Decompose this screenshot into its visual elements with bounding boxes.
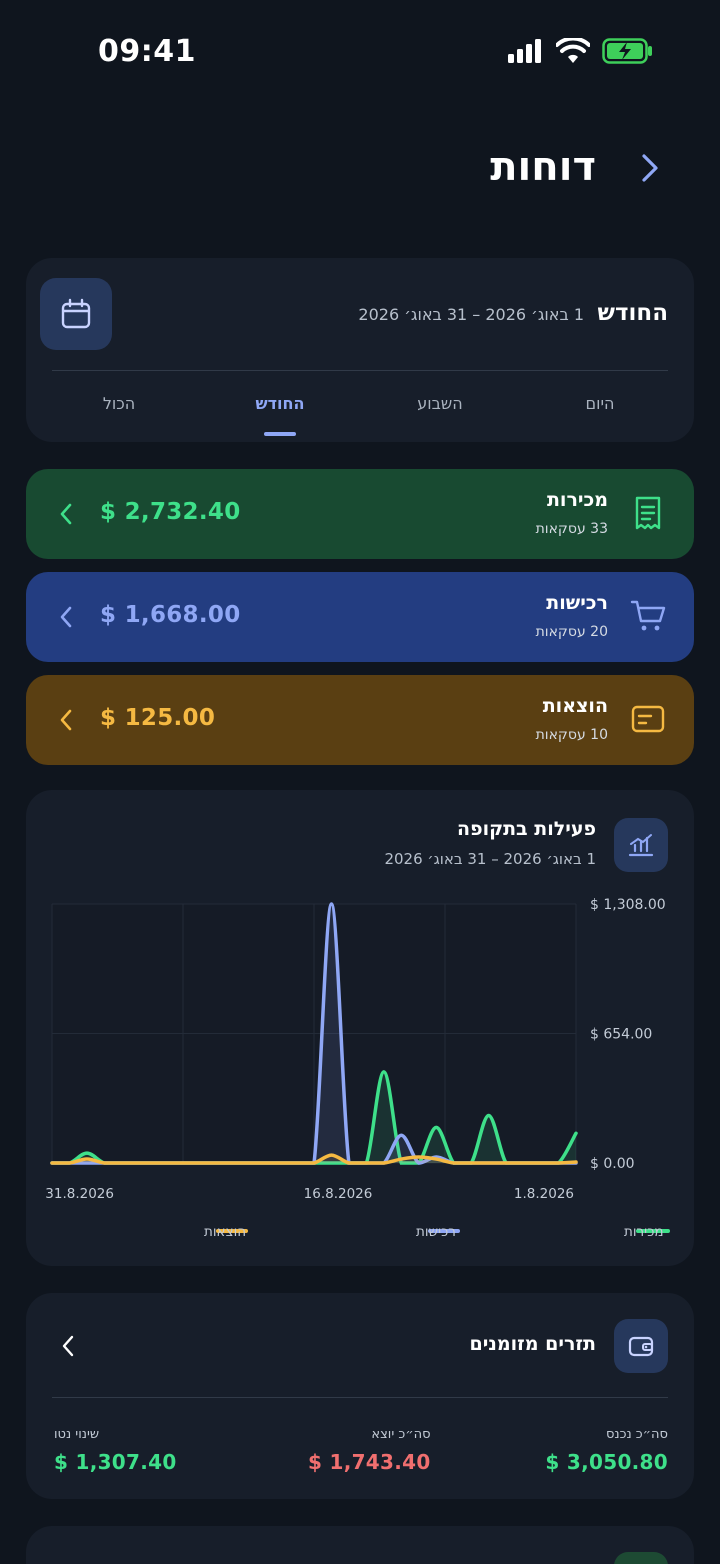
cash-out-value: $ 1,743.40 (308, 1450, 431, 1474)
tab-all[interactable]: הכול (103, 394, 135, 413)
cash-out: סה״כ יוצא $ 1,743.40 (308, 1427, 431, 1474)
chevron-left-icon (62, 1335, 74, 1357)
chevron-right-icon (642, 154, 658, 182)
cashflow-divider (52, 1397, 668, 1398)
calendar-icon (61, 298, 91, 329)
cart-icon (628, 596, 668, 636)
purchases-title: רכישות (546, 592, 608, 614)
expenses-title: הוצאות (542, 695, 608, 717)
page-title: דוחות (490, 144, 596, 190)
wallet-icon (614, 1319, 668, 1373)
chevron-left-icon (60, 709, 72, 731)
y-tick-label: $ 1,308.00 (590, 897, 666, 913)
status-time: 09:41 (98, 34, 196, 69)
cashflow-card[interactable]: תזרים מזומנים סה״כ נכנס $ 3,050.80 סה״כ … (26, 1293, 694, 1499)
purchases-count: 20 עסקאות (535, 624, 608, 640)
cashflow-title: תזרים מזומנים (469, 1333, 596, 1355)
x-tick-label: 16.8.2026 (304, 1186, 373, 1202)
period-label: החודש (597, 300, 668, 326)
expenses-count: 10 עסקאות (535, 727, 608, 743)
tab-month[interactable]: החודש (255, 394, 304, 413)
calendar-button[interactable] (40, 278, 112, 350)
expenses-amount: $ 125.00 (100, 705, 216, 731)
purchases-summary-card[interactable]: רכישות 20 עסקאות $ 1,668.00 (26, 572, 694, 662)
y-tick-label: $ 654.00 (590, 1027, 652, 1043)
active-tab-indicator (264, 432, 296, 436)
period-range: 1 באוג׳ 2026 – 31 באוג׳ 2026 (358, 305, 584, 324)
sales-count: 33 עסקאות (535, 521, 608, 537)
status-bar: 09:41 (0, 0, 720, 100)
cash-in-label: סה״כ נכנס (605, 1427, 668, 1442)
tab-week[interactable]: השבוע (417, 394, 462, 413)
net-change-value: $ 1,307.40 (54, 1450, 177, 1474)
expenses-summary-card[interactable]: הוצאות 10 עסקאות $ 125.00 (26, 675, 694, 765)
wifi-icon (555, 36, 591, 68)
next-card-icon (614, 1552, 668, 1564)
status-icons (508, 36, 654, 68)
chevron-left-icon (60, 503, 72, 525)
cash-out-label: סה״כ יוצא (371, 1427, 431, 1442)
activity-chart: $ 1,308.00 $ 654.00 $ 0.00 1.8.2026 16.8.202… (45, 897, 670, 1240)
sales-summary-card[interactable]: מכירות 33 עסקאות $ 2,732.40 (26, 469, 694, 559)
x-tick-label: 1.8.2026 (514, 1186, 574, 1202)
sales-title: מכירות (546, 489, 608, 511)
cash-in: סה״כ נכנס $ 3,050.80 (545, 1427, 668, 1474)
header: דוחות (0, 140, 720, 200)
expense-card-icon (628, 699, 668, 739)
next-card[interactable] (26, 1526, 694, 1564)
signal-icon (508, 39, 544, 67)
sales-amount: $ 2,732.40 (100, 499, 241, 525)
y-tick-label: $ 0.00 (590, 1156, 635, 1172)
period-card: החודש 1 באוג׳ 2026 – 31 באוג׳ 2026 היום … (26, 258, 694, 442)
tab-today[interactable]: היום (585, 394, 614, 413)
chevron-left-icon (60, 606, 72, 628)
receipt-icon (628, 493, 668, 533)
legend-label: מכירות (624, 1224, 664, 1240)
net-change-label: שינוי נטו (54, 1427, 100, 1442)
net-change: שינוי נטו $ 1,307.40 (54, 1427, 177, 1474)
battery-icon (602, 38, 654, 68)
activity-chart-card: פעילות בתקופה 1 באוג׳ 2026 – 31 באוג׳ 20… (26, 790, 694, 1266)
purchases-amount: $ 1,668.00 (100, 602, 241, 628)
x-tick-label: 31.8.2026 (45, 1186, 114, 1202)
legend-label: הוצאות (204, 1224, 246, 1240)
legend-label: רכישות (416, 1224, 456, 1240)
cash-in-value: $ 3,050.80 (545, 1450, 668, 1474)
back-button[interactable] (636, 150, 664, 186)
period-tabs: היום השבוע החודש הכול (26, 394, 694, 436)
period-divider (52, 370, 668, 371)
